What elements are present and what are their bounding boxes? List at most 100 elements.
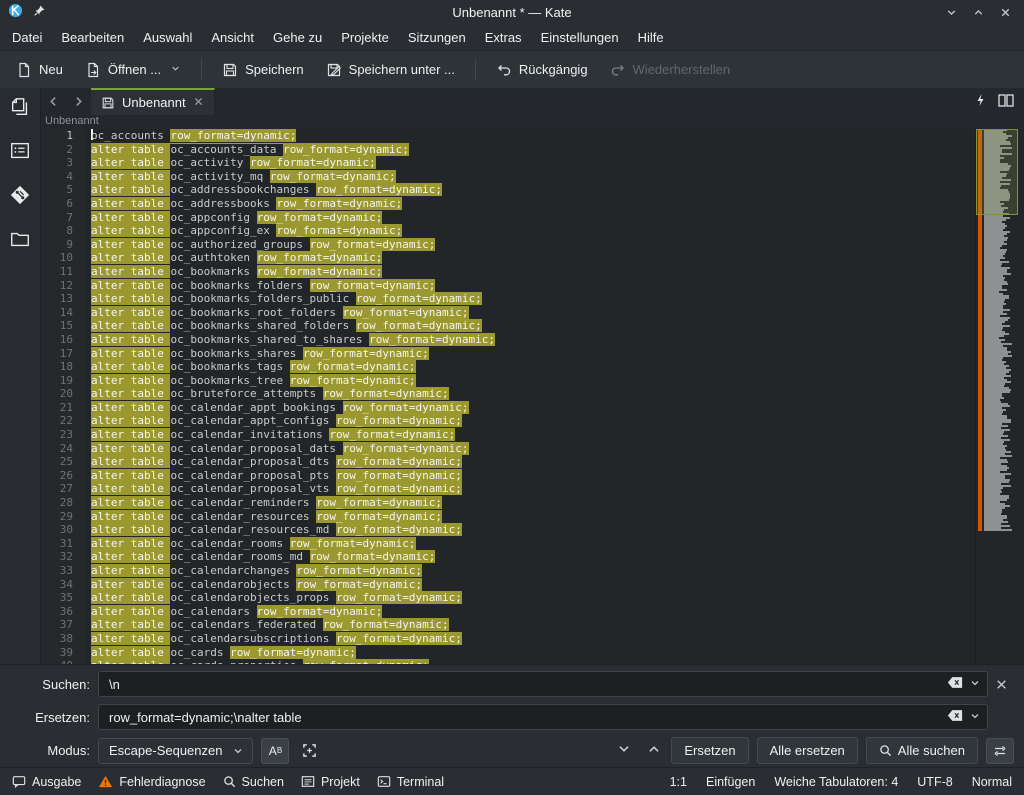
code-line[interactable]: 8alter table oc_appconfig_ex row_format=… (41, 224, 975, 238)
code-line[interactable]: 36alter table oc_calendars row_format=dy… (41, 605, 975, 619)
code-line[interactable]: 27alter table oc_calendar_proposal_vts r… (41, 482, 975, 496)
menu-item-extras[interactable]: Extras (485, 30, 522, 45)
find-all-button[interactable]: Alle suchen (866, 737, 978, 764)
find-history-icon[interactable] (969, 677, 981, 692)
pin-icon[interactable] (33, 4, 46, 20)
terminal-toggle[interactable]: Terminal (377, 775, 444, 789)
selection-only-toggle[interactable] (297, 739, 321, 763)
diagnostics-toggle[interactable]: Fehlerdiagnose (98, 775, 205, 789)
clear-find-icon[interactable] (947, 676, 963, 692)
tab-unbenannt[interactable]: Unbenannt (91, 88, 215, 115)
code-line[interactable]: 18alter table oc_bookmarks_tags row_form… (41, 360, 975, 374)
tab-close-icon[interactable] (193, 95, 204, 110)
code-line[interactable]: 19alter table oc_bookmarks_tree row_form… (41, 374, 975, 388)
code-line[interactable]: 29alter table oc_calendar_resources row_… (41, 510, 975, 524)
menu-item-auswahl[interactable]: Auswahl (143, 30, 192, 45)
code-line[interactable]: 28alter table oc_calendar_reminders row_… (41, 496, 975, 510)
code-line[interactable]: 2alter table oc_accounts_data row_format… (41, 143, 975, 157)
menu-item-gehe-zu[interactable]: Gehe zu (273, 30, 322, 45)
menu-item-ansicht[interactable]: Ansicht (211, 30, 254, 45)
code-line[interactable]: 31alter table oc_calendar_rooms row_form… (41, 537, 975, 551)
code-line[interactable]: 10alter table oc_authtoken row_format=dy… (41, 251, 975, 265)
code-line[interactable]: 3alter table oc_activity row_format=dyna… (41, 156, 975, 170)
git-icon[interactable] (9, 184, 31, 209)
code-line[interactable]: 25alter table oc_calendar_proposal_dts r… (41, 455, 975, 469)
code-line[interactable]: 22alter table oc_calendar_appt_configs r… (41, 414, 975, 428)
code-line[interactable]: 12alter table oc_bookmarks_folders row_f… (41, 279, 975, 293)
minimap-scrollbar[interactable] (975, 129, 1024, 664)
cursor-position[interactable]: 1:1 (670, 775, 687, 789)
minimap-viewport[interactable] (976, 129, 1018, 215)
code-line[interactable]: 33alter table oc_calendarchanges row_for… (41, 564, 975, 578)
quick-open-icon[interactable] (975, 93, 986, 110)
code-line[interactable]: 35alter table oc_calendarobjects_props r… (41, 591, 975, 605)
menu-item-bearbeiten[interactable]: Bearbeiten (61, 30, 124, 45)
replace-all-button[interactable]: Alle ersetzen (757, 737, 858, 764)
menu-item-sitzungen[interactable]: Sitzungen (408, 30, 466, 45)
input-mode[interactable]: Einfügen (706, 775, 755, 789)
clear-replace-icon[interactable] (947, 709, 963, 725)
code-line[interactable]: 7alter table oc_appconfig row_format=dyn… (41, 211, 975, 225)
tab-mode[interactable]: Weiche Tabulatoren: 4 (774, 775, 898, 789)
output-toggle[interactable]: Ausgabe (12, 775, 81, 789)
code-line[interactable]: 4alter table oc_activity_mq row_format=d… (41, 170, 975, 184)
code-line[interactable]: 38alter table oc_calendarsubscriptions r… (41, 632, 975, 646)
code-line[interactable]: 17alter table oc_bookmarks_shares row_fo… (41, 347, 975, 361)
code-line[interactable]: 37alter table oc_calendars_federated row… (41, 618, 975, 632)
code-line[interactable]: 20alter table oc_bruteforce_attempts row… (41, 387, 975, 401)
terminal-icon (377, 775, 391, 788)
code-line[interactable]: 13alter table oc_bookmarks_folders_publi… (41, 292, 975, 306)
minimize-button[interactable] (945, 6, 958, 19)
code-line[interactable]: 14alter table oc_bookmarks_root_folders … (41, 306, 975, 320)
save-as-button[interactable]: Speichern unter ... (316, 57, 465, 83)
undo-button[interactable]: Rückgängig (486, 57, 598, 83)
power-mode-toggle[interactable] (986, 738, 1014, 764)
menu-item-einstellungen[interactable]: Einstellungen (541, 30, 619, 45)
mode-select[interactable]: Escape-Sequenzen (98, 738, 253, 764)
code-line[interactable]: 39alter table oc_cards row_format=dynami… (41, 646, 975, 660)
code-line[interactable]: 24alter table oc_calendar_proposal_dats … (41, 442, 975, 456)
code-line[interactable]: 15alter table oc_bookmarks_shared_folder… (41, 319, 975, 333)
find-previous-icon[interactable] (647, 742, 661, 759)
code-line[interactable]: 11alter table oc_bookmarks row_format=dy… (41, 265, 975, 279)
find-next-icon[interactable] (617, 742, 631, 759)
menu-item-projekte[interactable]: Projekte (341, 30, 389, 45)
save-button[interactable]: Speichern (212, 57, 314, 83)
code-line[interactable]: 26alter table oc_calendar_proposal_pts r… (41, 469, 975, 483)
code-line[interactable]: 30alter table oc_calendar_resources_md r… (41, 523, 975, 537)
maximize-button[interactable] (972, 6, 985, 19)
filesystem-icon[interactable] (9, 228, 31, 253)
encoding[interactable]: UTF-8 (917, 775, 952, 789)
code-line[interactable]: 1oc_accounts row_format=dynamic; (41, 129, 975, 143)
find-input[interactable]: \n (98, 671, 988, 697)
code-line[interactable]: 21alter table oc_calendar_appt_bookings … (41, 401, 975, 415)
documents-icon[interactable] (9, 96, 31, 121)
symbols-list-icon[interactable] (9, 140, 31, 165)
close-search-icon[interactable] (988, 678, 1014, 691)
search-toggle[interactable]: Suchen (223, 775, 284, 789)
project-toggle[interactable]: Projekt (301, 775, 360, 789)
replace-input[interactable]: row_format=dynamic;\nalter table (98, 704, 988, 730)
menu-item-datei[interactable]: Datei (12, 30, 42, 45)
editor-lines[interactable]: 1oc_accounts row_format=dynamic;2alter t… (41, 129, 975, 664)
open-button[interactable]: Öffnen ... (75, 57, 191, 83)
replace-history-icon[interactable] (969, 710, 981, 725)
match-case-toggle[interactable]: AB (261, 738, 289, 764)
code-line[interactable]: 32alter table oc_calendar_rooms_md row_f… (41, 550, 975, 564)
tab-forward-icon[interactable] (66, 88, 91, 115)
edit-mode[interactable]: Normal (972, 775, 1012, 789)
code-line[interactable]: 5alter table oc_addressbookchanges row_f… (41, 183, 975, 197)
new-button[interactable]: Neu (6, 57, 73, 83)
replace-button[interactable]: Ersetzen (671, 737, 748, 764)
line-number: 2 (41, 143, 85, 157)
code-line[interactable]: 23alter table oc_calendar_invitations ro… (41, 428, 975, 442)
code-line[interactable]: 16alter table oc_bookmarks_shared_to_sha… (41, 333, 975, 347)
open-dropdown-icon[interactable] (170, 62, 181, 77)
split-view-icon[interactable] (998, 94, 1014, 110)
tab-back-icon[interactable] (41, 88, 66, 115)
code-line[interactable]: 6alter table oc_addressbooks row_format=… (41, 197, 975, 211)
code-line[interactable]: 34alter table oc_calendarobjects row_for… (41, 578, 975, 592)
close-button[interactable] (999, 6, 1012, 19)
code-line[interactable]: 9alter table oc_authorized_groups row_fo… (41, 238, 975, 252)
menu-item-hilfe[interactable]: Hilfe (638, 30, 664, 45)
